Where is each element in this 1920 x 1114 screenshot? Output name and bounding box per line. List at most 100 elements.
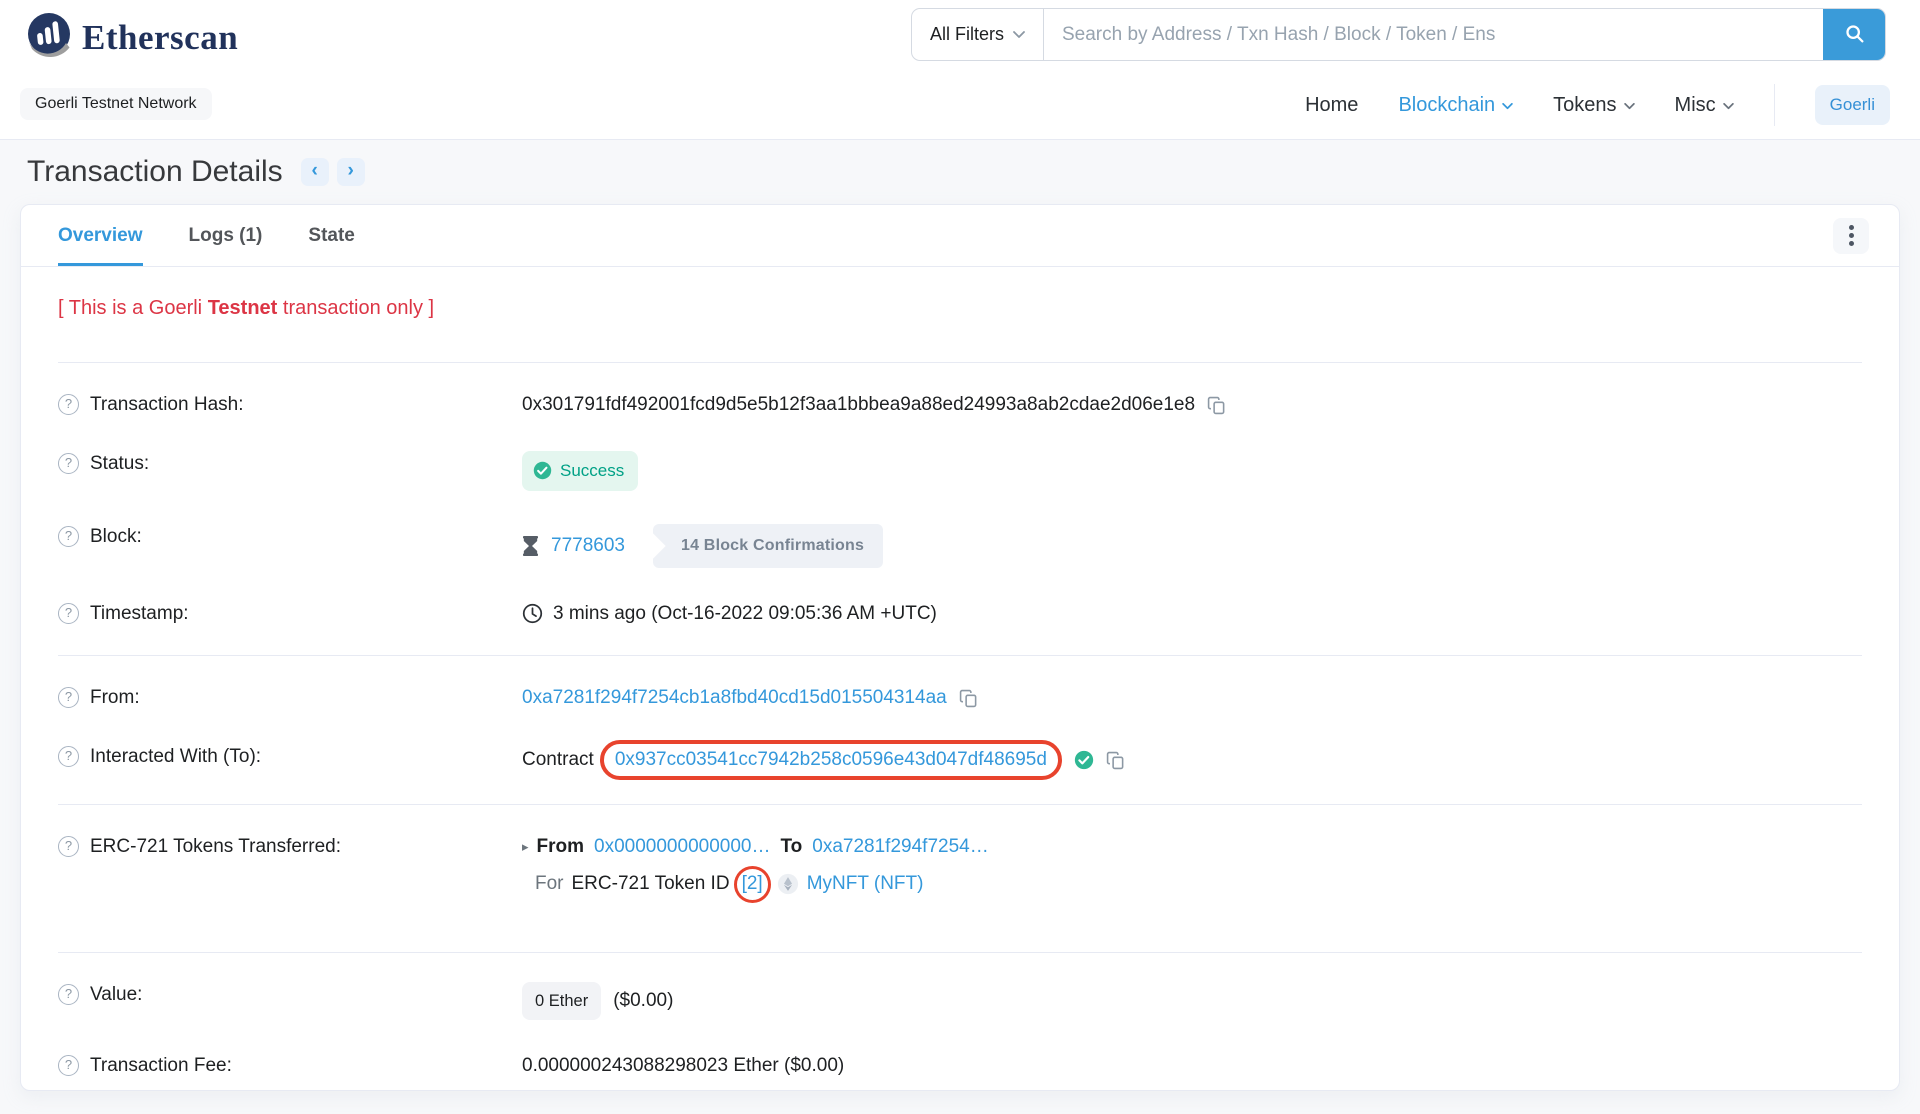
copy-icon[interactable] [959,689,978,708]
row-label-text: Timestamp: [90,602,189,624]
help-icon[interactable]: ? [58,452,79,474]
tab-state[interactable]: State [308,205,354,266]
brand-name: Etherscan [82,17,239,57]
search-filter-label: All Filters [929,24,1004,44]
network-badge: Goerli Testnet Network [20,88,212,120]
nav-home[interactable]: Home [1305,94,1358,117]
verified-contract-icon [1074,750,1094,770]
etherscan-logo-icon [26,12,72,63]
nav-misc[interactable]: Misc [1675,94,1734,117]
help-icon[interactable]: ? [58,686,79,708]
row-label-text: From: [90,686,140,708]
nav-divider [1773,84,1775,126]
row-block: ? Block: 7778603 14 Block Confirmations [58,507,1862,584]
search-icon [1844,23,1865,47]
transaction-hash-value: 0x301791fdf492001fcd9d5e5b12f3aa1bbbea9a… [522,393,1196,415]
for-label: For [535,873,564,894]
tab-bar: Overview Logs (1) State [21,205,1899,267]
next-transaction-button[interactable]: › [336,158,365,186]
nav-tokens[interactable]: Tokens [1553,94,1635,117]
transaction-fee-value: 0.000000243088298023 Ether ($0.00) [522,1054,845,1076]
chevron-left-icon: ‹ [311,159,318,181]
timestamp-value: 3 mins ago (Oct-16-2022 09:05:36 AM +UTC… [553,602,937,624]
copy-icon[interactable] [1106,751,1125,770]
row-transaction-hash: ? Transaction Hash: 0x301791fdf492001fcd… [58,375,1862,434]
chevron-down-icon [1623,103,1635,110]
site-header: Etherscan Goerli Testnet Network All Fil… [0,0,1920,140]
token-id-label: ERC-721 Token ID [571,873,730,894]
help-icon[interactable]: ? [58,745,79,767]
to-label: To [780,835,803,857]
token-icon [777,873,799,895]
row-label-text: Status: [90,452,150,474]
network-selector-button[interactable]: Goerli [1814,85,1890,125]
row-transaction-fee: ? Transaction Fee: 0.000000243088298023 … [58,1036,1862,1090]
row-value: ? Value: 0 Ether ($0.00) [58,965,1862,1036]
clock-icon [522,603,543,624]
help-icon[interactable]: ? [58,835,79,857]
search-input[interactable] [1044,9,1823,60]
row-erc721-transferred: ? ERC-721 Tokens Transferred: ▸ From 0x0… [58,817,1862,916]
from-label: From [536,835,585,857]
row-from: ? From: 0xa7281f294f7254cb1a8fbd40cd15d0… [58,668,1862,727]
search-button[interactable] [1823,9,1885,60]
etherscan-logo[interactable]: Etherscan [26,12,238,63]
overview-panel: [ This is a Goerli Testnet transaction o… [21,267,1899,1090]
status-text: Success [560,460,625,480]
chevron-down-icon [1722,103,1734,110]
help-icon[interactable]: ? [58,602,79,624]
row-label-text: ERC-721 Tokens Transferred: [90,835,341,857]
ether-value-badge: 0 Ether [522,981,602,1020]
contract-address-link[interactable]: 0x937cc03541cc7942b258c0596e43d047df4869… [615,749,1047,770]
section-value-fee: ? Value: 0 Ether ($0.00) ? Transaction F… [58,953,1862,1090]
previous-transaction-button[interactable]: ‹ [300,158,329,186]
help-icon[interactable]: ? [58,393,79,415]
chevron-down-icon [1502,103,1513,110]
help-icon[interactable]: ? [58,1054,79,1076]
testnet-notice: [ This is a Goerli Testnet transaction o… [58,297,435,319]
page-title: Transaction Details [27,155,283,188]
erc721-token-line: For ERC-721 Token ID [2] MyNFT (NFT) [522,865,989,903]
section-addresses: ? From: 0xa7281f294f7254cb1a8fbd40cd15d0… [58,656,1862,804]
more-options-button[interactable] [1833,217,1869,254]
page-head: Transaction Details ‹ › [20,140,1900,204]
page-content: Transaction Details ‹ › Overview Logs (1… [0,140,1920,1091]
chevron-down-icon [1013,30,1025,39]
transaction-card: Overview Logs (1) State [ This is a Goer… [20,204,1900,1091]
check-circle-icon [533,461,552,480]
tab-logs[interactable]: Logs (1) [189,205,263,266]
annotation-red-circle: [2] [733,865,771,903]
chevron-right-icon: › [347,159,354,181]
section-erc721: ? ERC-721 Tokens Transferred: ▸ From 0x0… [58,805,1862,952]
row-label-text: Block: [90,525,142,547]
row-status: ? Status: Success [58,434,1862,507]
collapse-marker-icon[interactable]: ▸ [522,834,529,860]
row-label-text: Interacted With (To): [90,745,262,767]
search-filter-dropdown[interactable]: All Filters [912,9,1044,60]
erc721-from-link[interactable]: 0x0000000000000… [594,834,770,860]
token-name-link[interactable]: MyNFT (NFT) [807,871,924,897]
status-badge: Success [522,450,639,491]
row-label-text: Transaction Fee: [90,1054,232,1076]
hourglass-icon [522,535,539,556]
block-number-link[interactable]: 7778603 [551,533,625,559]
help-icon[interactable]: ? [58,525,79,547]
erc721-transfer-line: ▸ From 0x0000000000000… To 0xa7281f294f7… [522,834,989,860]
tab-overview[interactable]: Overview [58,205,143,266]
row-timestamp: ? Timestamp: 3 mins ago (Oct-16-2022 09:… [58,584,1862,643]
help-icon[interactable]: ? [58,983,79,1005]
nav-blockchain[interactable]: Blockchain [1398,94,1513,117]
from-address-link[interactable]: 0xa7281f294f7254cb1a8fbd40cd15d015504314… [522,685,947,711]
erc721-to-link[interactable]: 0xa7281f294f7254… [812,834,988,860]
usd-value: ($0.00) [613,989,674,1011]
main-nav: Home Blockchain Tokens Misc Goerli [1305,84,1890,126]
contract-prefix: Contract [522,748,594,770]
token-id-link[interactable]: [2] [742,873,763,894]
kebab-icon [1848,225,1854,230]
row-interacted-with: ? Interacted With (To): Contract 0x937cc… [58,727,1862,792]
annotation-red-oval: 0x937cc03541cc7942b258c0596e43d047df4869… [599,739,1062,780]
row-label-text: Value: [90,983,143,1005]
section-hash-block: ? Transaction Hash: 0x301791fdf492001fcd… [58,363,1862,655]
search-bar: All Filters [911,8,1886,61]
copy-icon[interactable] [1207,396,1226,415]
